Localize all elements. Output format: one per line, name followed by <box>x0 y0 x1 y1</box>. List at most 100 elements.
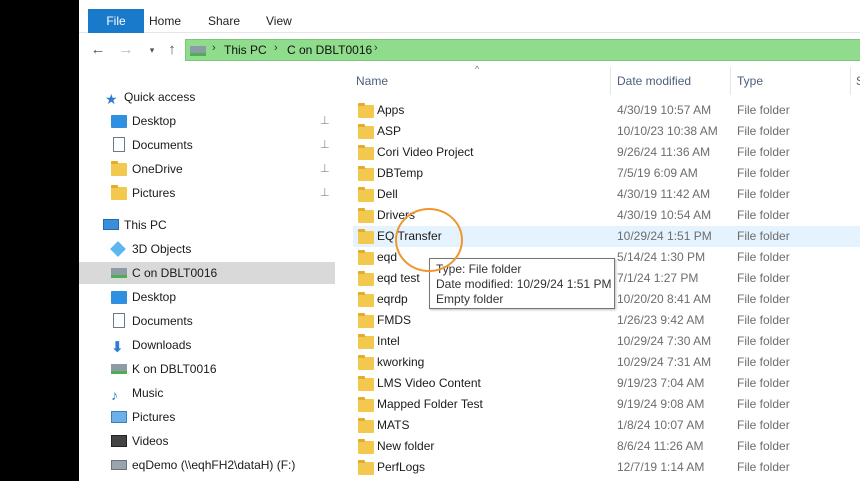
file-date-modified: 12/7/19 1:14 AM <box>617 460 705 474</box>
column-divider[interactable] <box>730 67 731 95</box>
file-row[interactable]: New folder 8/6/24 11:26 AM File folder <box>353 436 860 457</box>
music-note-icon: ♪ <box>111 387 118 403</box>
up-arrow-icon[interactable]: ↑ <box>163 41 181 59</box>
pin-icon: ⊥ <box>320 139 330 151</box>
sidebar-item-onedrive[interactable]: OneDrive ⊥ <box>79 158 335 180</box>
file-name: Cori Video Project <box>377 145 474 159</box>
sidebar-item-documents-quick[interactable]: Documents ⊥ <box>79 134 335 156</box>
column-header-type[interactable]: Type <box>737 67 763 95</box>
column-divider[interactable] <box>610 67 611 95</box>
network-drive-icon <box>111 265 127 281</box>
folder-icon <box>358 250 374 266</box>
sidebar-item-3d-objects[interactable]: 3D Objects <box>79 238 335 260</box>
file-type: File folder <box>737 250 790 264</box>
tooltip-date-modified: Date modified: 10/29/24 1:51 PM <box>436 277 612 291</box>
sidebar-item-this-pc[interactable]: This PC <box>79 214 335 236</box>
sidebar-item-pictures-quick[interactable]: Pictures ⊥ <box>79 182 335 204</box>
folder-icon <box>358 145 374 161</box>
folder-icon <box>358 292 374 308</box>
tab-home[interactable]: Home <box>149 9 181 33</box>
address-bar[interactable]: › This PC › C on DBLT0016 › <box>185 39 860 61</box>
cursor-highlight-ring <box>395 208 463 272</box>
sidebar-item-pictures[interactable]: Pictures <box>79 406 335 428</box>
file-type: File folder <box>737 355 790 369</box>
sidebar-item-quick-access[interactable]: ★ Quick access <box>79 86 335 108</box>
file-row[interactable]: Apps 4/30/19 10:57 AM File folder <box>353 100 860 121</box>
sidebar-item-label: Desktop <box>132 114 177 128</box>
sidebar-item-documents[interactable]: Documents <box>79 310 335 332</box>
folder-icon <box>358 103 374 119</box>
file-row[interactable]: LMS Video Content 9/19/23 7:04 AM File fol… <box>353 373 860 394</box>
sidebar-item-label: Desktop <box>132 290 177 304</box>
file-type: File folder <box>737 271 790 285</box>
sidebar-item-label: eqDemo (\\eqhFH2\dataH) (F:) <box>132 458 296 472</box>
file-date-modified: 4/30/19 10:54 AM <box>617 208 712 222</box>
breadcrumb-separator-icon[interactable]: › <box>212 42 216 54</box>
file-row[interactable]: Cori Video Project 9/26/24 11:36 AM File f… <box>353 142 860 163</box>
file-date-modified: 4/30/19 10:57 AM <box>617 103 712 117</box>
folder-icon <box>358 334 374 350</box>
sidebar-item-music[interactable]: ♪ Music <box>79 382 335 404</box>
sidebar-item-k-drive[interactable]: K on DBLT0016 <box>79 358 335 380</box>
file-date-modified: 1/26/23 9:42 AM <box>617 313 705 327</box>
sidebar-item-label: 3D Objects <box>132 242 192 256</box>
file-name: kworking <box>377 355 425 369</box>
breadcrumb-this-pc[interactable]: This PC <box>224 43 267 57</box>
breadcrumb-separator-icon[interactable]: › <box>274 42 278 54</box>
file-row[interactable]: ASP 10/10/23 10:38 AM File folder <box>353 121 860 142</box>
file-name: eqd <box>377 250 398 264</box>
file-row[interactable]: Dell 4/30/19 11:42 AM File folder <box>353 184 860 205</box>
tooltip-contents: Empty folder <box>436 292 504 306</box>
desktop-icon <box>111 113 127 129</box>
sidebar-item-label: K on DBLT0016 <box>132 362 217 376</box>
sidebar-item-label: C on DBLT0016 <box>132 266 218 280</box>
desktop-icon <box>111 289 127 305</box>
sidebar-item-downloads[interactable]: ⬇ Downloads <box>79 334 335 356</box>
sidebar-item-desktop[interactable]: Desktop <box>79 286 335 308</box>
recent-locations-chevron-icon[interactable]: ▾ <box>143 41 161 59</box>
breadcrumb-c-drive[interactable]: C on DBLT0016 <box>287 43 372 57</box>
file-row[interactable]: PerfLogs 12/7/19 1:14 AM File folder <box>353 457 860 478</box>
file-name: New folder <box>377 439 435 453</box>
tooltip-type: Type: File folder <box>436 262 522 276</box>
file-name: Apps <box>377 103 405 117</box>
folder-icon <box>111 185 127 201</box>
cube-icon <box>110 241 127 257</box>
file-type: File folder <box>737 292 790 306</box>
column-header-date-modified[interactable]: Date modified <box>617 67 691 95</box>
folder-icon <box>358 439 374 455</box>
file-row[interactable]: MATS 1/8/24 10:07 AM File folder <box>353 415 860 436</box>
file-type: File folder <box>737 460 790 474</box>
sidebar-item-eqdemo-drive[interactable]: eqDemo (\\eqhFH2\dataH) (F:) <box>79 454 335 476</box>
file-date-modified: 4/30/19 11:42 AM <box>617 187 711 201</box>
back-arrow-icon[interactable]: ← <box>89 41 107 59</box>
sidebar-item-videos[interactable]: Videos <box>79 430 335 452</box>
network-drive-icon <box>111 361 127 377</box>
file-row[interactable]: kworking 10/29/24 7:31 AM File folder <box>353 352 860 373</box>
tab-view[interactable]: View <box>266 9 292 33</box>
sidebar-item-label: OneDrive <box>132 162 183 176</box>
file-row[interactable]: DBTemp 7/5/19 6:09 AM File folder <box>353 163 860 184</box>
sidebar-item-desktop-quick[interactable]: Desktop ⊥ <box>79 110 335 132</box>
file-date-modified: 10/10/23 10:38 AM <box>617 124 718 138</box>
sidebar-item-c-drive[interactable]: C on DBLT0016 <box>79 262 335 284</box>
documents-icon <box>111 137 127 153</box>
file-row[interactable]: Intel 10/29/24 7:30 AM File folder <box>353 331 860 352</box>
column-divider[interactable] <box>850 67 851 95</box>
file-type: File folder <box>737 208 790 222</box>
breadcrumb-separator-icon[interactable]: › <box>374 42 378 54</box>
file-date-modified: 10/29/24 7:31 AM <box>617 355 712 369</box>
file-row[interactable]: Mapped Folder Test 9/19/24 9:08 AM File fo… <box>353 394 860 415</box>
network-drive-icon <box>111 457 127 473</box>
sidebar-item-label: Videos <box>132 434 169 448</box>
tab-share[interactable]: Share <box>208 9 240 33</box>
folder-icon <box>111 161 127 177</box>
tab-file[interactable]: File <box>88 9 144 33</box>
column-header-size[interactable]: S <box>856 67 860 95</box>
column-header-name[interactable]: Name <box>356 67 388 95</box>
file-row[interactable]: FMDS 1/26/23 9:42 AM File folder <box>353 310 860 331</box>
file-date-modified: 9/19/24 9:08 AM <box>617 397 705 411</box>
forward-arrow-icon[interactable]: → <box>117 41 135 59</box>
pin-icon: ⊥ <box>320 115 330 127</box>
pin-icon: ⊥ <box>320 187 330 199</box>
